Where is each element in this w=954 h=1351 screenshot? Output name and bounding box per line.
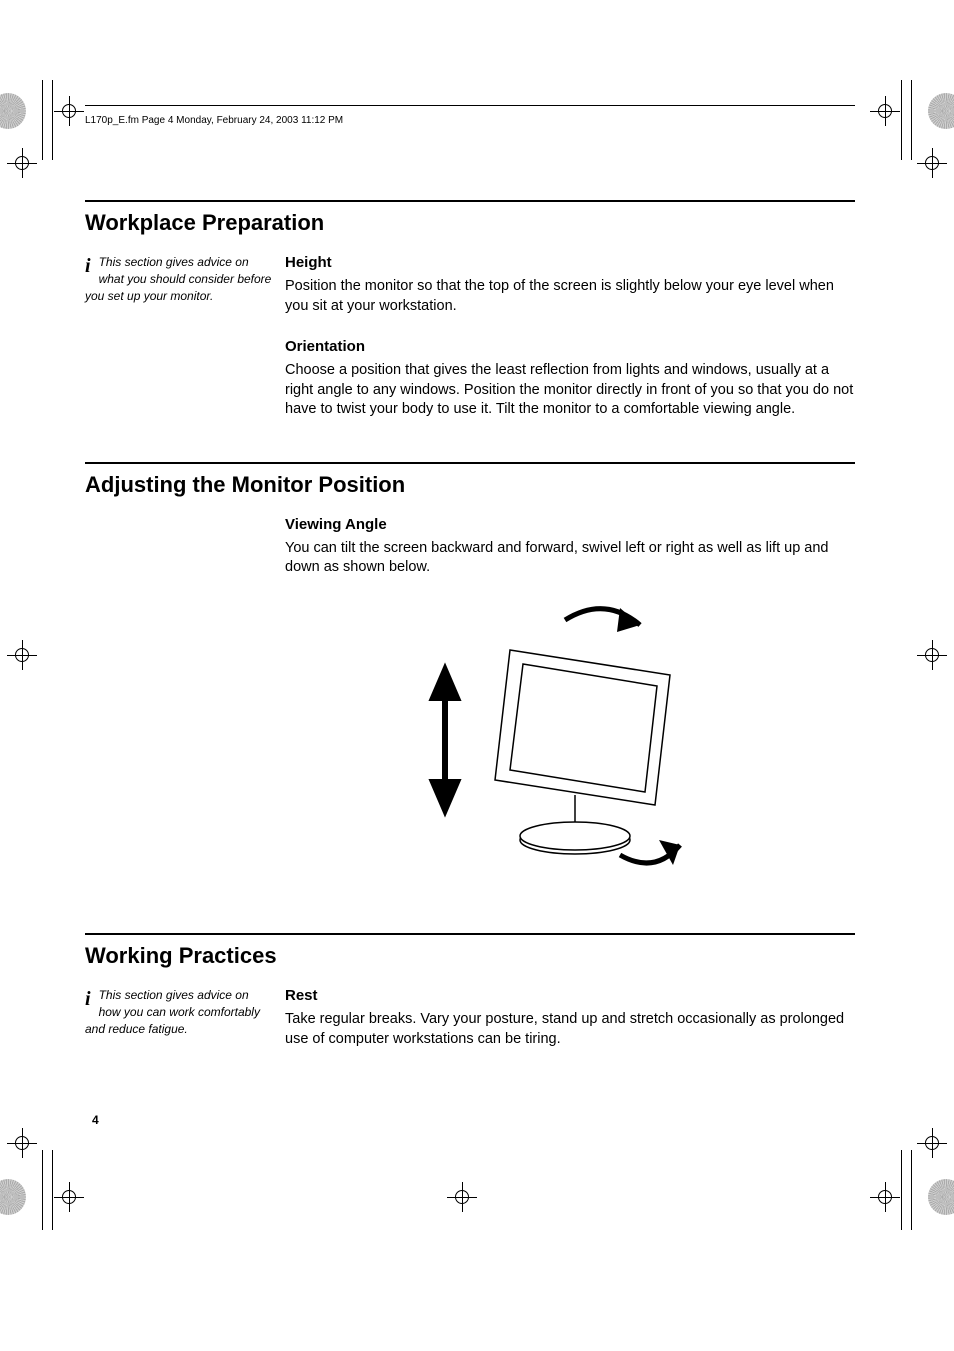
sidebar-note: i This section gives advice on what you …: [85, 254, 285, 304]
page-content: Workplace Preparation i This section giv…: [85, 200, 855, 1091]
monitor-diagram-icon: [415, 590, 725, 880]
section-title: Adjusting the Monitor Position: [85, 472, 855, 498]
sidebar-note: i This section gives advice on how you c…: [85, 987, 285, 1037]
registration-mark-icon: [917, 1128, 947, 1158]
crop-line: [901, 1150, 902, 1230]
section-rule: [85, 462, 855, 464]
subheading-height: Height: [285, 254, 855, 271]
registration-mark-icon: [447, 1182, 477, 1212]
crop-line: [911, 1150, 912, 1230]
section-rule: [85, 933, 855, 935]
page-number: 4: [92, 1113, 99, 1127]
section-working-practices: Working Practices i This section gives a…: [85, 933, 855, 1071]
registration-mark-icon: [917, 640, 947, 670]
info-icon: i: [85, 985, 91, 1013]
subheading-viewing-angle: Viewing Angle: [285, 516, 855, 533]
info-icon: i: [85, 252, 91, 280]
body-viewing-angle: You can tilt the screen backward and for…: [285, 539, 855, 578]
running-head: L170p_E.fm Page 4 Monday, February 24, 2…: [85, 115, 343, 126]
registration-mark-icon: [7, 640, 37, 670]
subheading-rest: Rest: [285, 987, 855, 1004]
section-title: Workplace Preparation: [85, 210, 855, 236]
crop-line: [911, 80, 912, 160]
printer-disc-icon: [928, 93, 954, 129]
printer-disc-icon: [0, 93, 26, 129]
registration-mark-icon: [870, 96, 900, 126]
registration-mark-icon: [7, 148, 37, 178]
registration-mark-icon: [54, 96, 84, 126]
figure-monitor-adjust: [285, 590, 855, 885]
registration-mark-icon: [54, 1182, 84, 1212]
crop-line: [42, 80, 43, 160]
sidebar-text: This section gives advice on how you can…: [85, 988, 260, 1036]
crop-line: [42, 1150, 43, 1230]
printer-disc-icon: [0, 1179, 26, 1215]
body-height: Position the monitor so that the top of …: [285, 277, 855, 316]
registration-mark-icon: [7, 1128, 37, 1158]
header-line: [85, 105, 855, 106]
section-workplace-preparation: Workplace Preparation i This section giv…: [85, 200, 855, 442]
section-title: Working Practices: [85, 943, 855, 969]
crop-line: [52, 80, 53, 160]
crop-line: [52, 1150, 53, 1230]
registration-mark-icon: [917, 148, 947, 178]
printer-disc-icon: [928, 1179, 954, 1215]
section-adjusting-position: Adjusting the Monitor Position Viewing A…: [85, 462, 855, 913]
registration-mark-icon: [870, 1182, 900, 1212]
crop-line: [901, 80, 902, 160]
subheading-orientation: Orientation: [285, 338, 855, 355]
body-orientation: Choose a position that gives the least r…: [285, 361, 855, 420]
body-rest: Take regular breaks. Vary your posture, …: [285, 1010, 855, 1049]
sidebar-text: This section gives advice on what you sh…: [85, 255, 271, 303]
section-rule: [85, 200, 855, 202]
